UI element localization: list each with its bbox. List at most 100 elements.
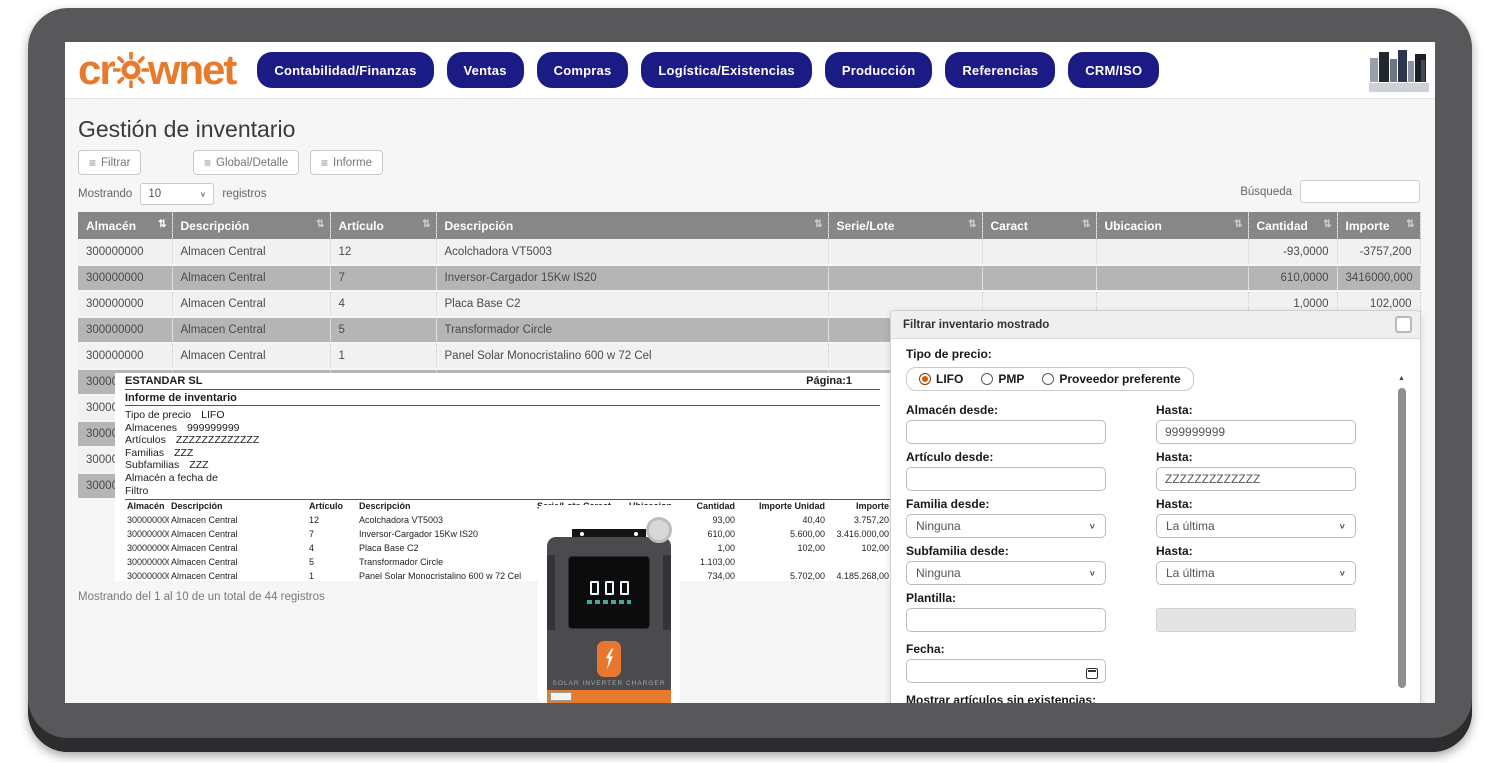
top-navigation-bar: cr wnet Contabilidad/FinanzasVentasCompr… xyxy=(65,42,1435,99)
table-cell: Panel Solar Monocristalino 600 w 72 Cel xyxy=(436,343,828,369)
disabled-action-button[interactable] xyxy=(1156,608,1356,632)
filtrar-button[interactable]: ≡ Filtrar xyxy=(78,150,141,175)
menu-icon: ≡ xyxy=(204,156,211,170)
filtrar-button-label: Filtrar xyxy=(101,157,130,169)
nav-pill-crm-iso[interactable]: CRM/ISO xyxy=(1068,52,1159,88)
city-skyline-image xyxy=(1366,46,1432,94)
filter-modal-body: Tipo de precio: LIFO PMP Proveedor prefe… xyxy=(891,339,1420,703)
global-detalle-button-label: Global/Detalle xyxy=(216,157,288,169)
sort-icon: ⇅ xyxy=(316,219,324,230)
report-cell: Almacen Central xyxy=(169,527,307,541)
table-cell xyxy=(1096,239,1248,265)
nav-pill-contabilidad-finanzas[interactable]: Contabilidad/Finanzas xyxy=(257,52,433,88)
table-cell: 3416000,000 xyxy=(1337,265,1420,291)
page-title: Gestión de inventario xyxy=(78,116,295,143)
familia-hasta-select[interactable]: La última ∨ xyxy=(1156,514,1356,538)
column-header-caract[interactable]: Caract⇅ xyxy=(982,212,1096,239)
table-cell: Transformador Circle xyxy=(436,317,828,343)
radio-lifo[interactable]: LIFO xyxy=(919,372,963,386)
column-header-descripci-n[interactable]: Descripción⇅ xyxy=(436,212,828,239)
fecha-input[interactable] xyxy=(906,659,1106,683)
nav-pill-referencias[interactable]: Referencias xyxy=(945,52,1055,88)
report-meta-line: FamiliasZZZ xyxy=(125,447,880,460)
search-input[interactable] xyxy=(1300,180,1420,203)
nav-pill-compras[interactable]: Compras xyxy=(537,52,629,88)
report-column-header: Importe Unidad xyxy=(737,500,827,513)
table-cell: Almacen Central xyxy=(172,317,330,343)
scroll-up-arrow-icon[interactable]: ▲ xyxy=(1398,375,1405,382)
report-title: Informe de inventario xyxy=(125,390,880,406)
sort-icon: ⇅ xyxy=(1234,219,1242,230)
articulo-desde-input[interactable] xyxy=(906,467,1106,491)
screenshot-stage: cr wnet Contabilidad/FinanzasVentasCompr… xyxy=(0,0,1500,763)
almacen-desde-input[interactable] xyxy=(906,420,1106,444)
report-cell: 734,00 xyxy=(681,569,737,583)
articulo-desde-label: Artículo desde: xyxy=(906,450,1106,464)
radio-icon xyxy=(981,373,993,385)
scrollbar-thumb[interactable] xyxy=(1398,388,1406,688)
table-cell: Inversor-Cargador 15Kw IS20 xyxy=(436,265,828,291)
radio-proveedor-preferente[interactable]: Proveedor preferente xyxy=(1042,372,1180,386)
sort-icon: ⇅ xyxy=(1323,219,1331,230)
sort-icon: ⇅ xyxy=(814,219,822,230)
report-meta-line: Almacenes999999999 xyxy=(125,422,880,435)
column-header-almac-n[interactable]: Almacén⇅ xyxy=(78,212,172,239)
sin-existencias-label: Mostrar artículos sin existencias: xyxy=(906,693,1374,703)
table-cell: 300000000 xyxy=(78,239,172,265)
almacen-desde-label: Almacén desde: xyxy=(906,403,1106,417)
report-meta-line: SubfamiliasZZZ xyxy=(125,459,880,472)
column-header-ubicacion[interactable]: Ubicacion⇅ xyxy=(1096,212,1248,239)
nav-pill-ventas[interactable]: Ventas xyxy=(447,52,524,88)
column-header-importe[interactable]: Importe⇅ xyxy=(1337,212,1420,239)
table-cell: 1 xyxy=(330,343,436,369)
table-row[interactable]: 300000000Almacen Central12Acolchadora VT… xyxy=(78,239,1420,265)
filter-modal-header: Filtrar inventario mostrado xyxy=(891,311,1420,339)
report-row: 300000000Almacen Central12Acolchadora VT… xyxy=(125,513,891,527)
report-column-header: Artículo xyxy=(307,500,357,513)
table-cell: Almacen Central xyxy=(172,291,330,317)
price-type-radio-group: LIFO PMP Proveedor preferente xyxy=(906,367,1194,391)
almacen-hasta-input[interactable] xyxy=(1156,420,1356,444)
report-cell: Transformador Circle xyxy=(357,555,535,569)
app-screen: cr wnet Contabilidad/FinanzasVentasCompr… xyxy=(65,42,1435,703)
plantilla-input[interactable] xyxy=(906,608,1106,632)
chevron-down-icon: ∨ xyxy=(1089,569,1096,577)
articulo-hasta-input[interactable] xyxy=(1156,467,1356,491)
subfamilia-desde-select[interactable]: Ninguna ∨ xyxy=(906,561,1106,585)
fecha-label: Fecha: xyxy=(906,642,1106,656)
radio-icon xyxy=(1042,373,1054,385)
report-cell: 300000000 xyxy=(125,569,169,583)
page-size-value: 10 xyxy=(148,188,161,200)
table-row[interactable]: 300000000Almacen Central7Inversor-Cargad… xyxy=(78,265,1420,291)
report-cell: Almacen Central xyxy=(169,541,307,555)
page-size-select[interactable]: 10 ∨ xyxy=(140,183,214,205)
column-header-cantidad[interactable]: Cantidad⇅ xyxy=(1248,212,1337,239)
global-detalle-button[interactable]: ≡ Global/Detalle xyxy=(193,150,299,175)
report-cell: 4.185.268,00 xyxy=(827,569,891,583)
nav-pill-producci-n[interactable]: Producción xyxy=(825,52,933,88)
report-cell: 300000000 xyxy=(125,527,169,541)
calendar-icon[interactable] xyxy=(1086,668,1098,679)
column-header-art-culo[interactable]: Artículo⇅ xyxy=(330,212,436,239)
report-cell: 3.416.000,00 xyxy=(827,527,891,541)
table-cell: Almacen Central xyxy=(172,265,330,291)
menu-icon: ≡ xyxy=(89,156,96,170)
table-cell: 4 xyxy=(330,291,436,317)
informe-button[interactable]: ≡ Informe xyxy=(310,150,383,175)
subfamilia-hasta-select[interactable]: La última ∨ xyxy=(1156,561,1356,585)
lightning-bolt-icon xyxy=(597,641,621,677)
radio-pmp[interactable]: PMP xyxy=(981,372,1024,386)
nav-pill-log-stica-existencias[interactable]: Logística/Existencias xyxy=(641,52,811,88)
table-cell: 300000000 xyxy=(78,317,172,343)
report-cell: 1 xyxy=(307,569,357,583)
report-meta-line: Almacén a fecha de xyxy=(125,472,880,485)
report-cell: 7 xyxy=(307,527,357,541)
table-cell: 300000000 xyxy=(78,265,172,291)
modal-checkbox[interactable] xyxy=(1395,316,1412,333)
familia-desde-select[interactable]: Ninguna ∨ xyxy=(906,514,1106,538)
inventory-report-overlay: ESTANDAR SL Página:1 Informe de inventar… xyxy=(115,373,890,581)
table-cell xyxy=(828,265,982,291)
column-header-serie-lote[interactable]: Serie/Lote⇅ xyxy=(828,212,982,239)
mostrando-label: Mostrando xyxy=(78,188,132,200)
column-header-descripci-n[interactable]: Descripción⇅ xyxy=(172,212,330,239)
